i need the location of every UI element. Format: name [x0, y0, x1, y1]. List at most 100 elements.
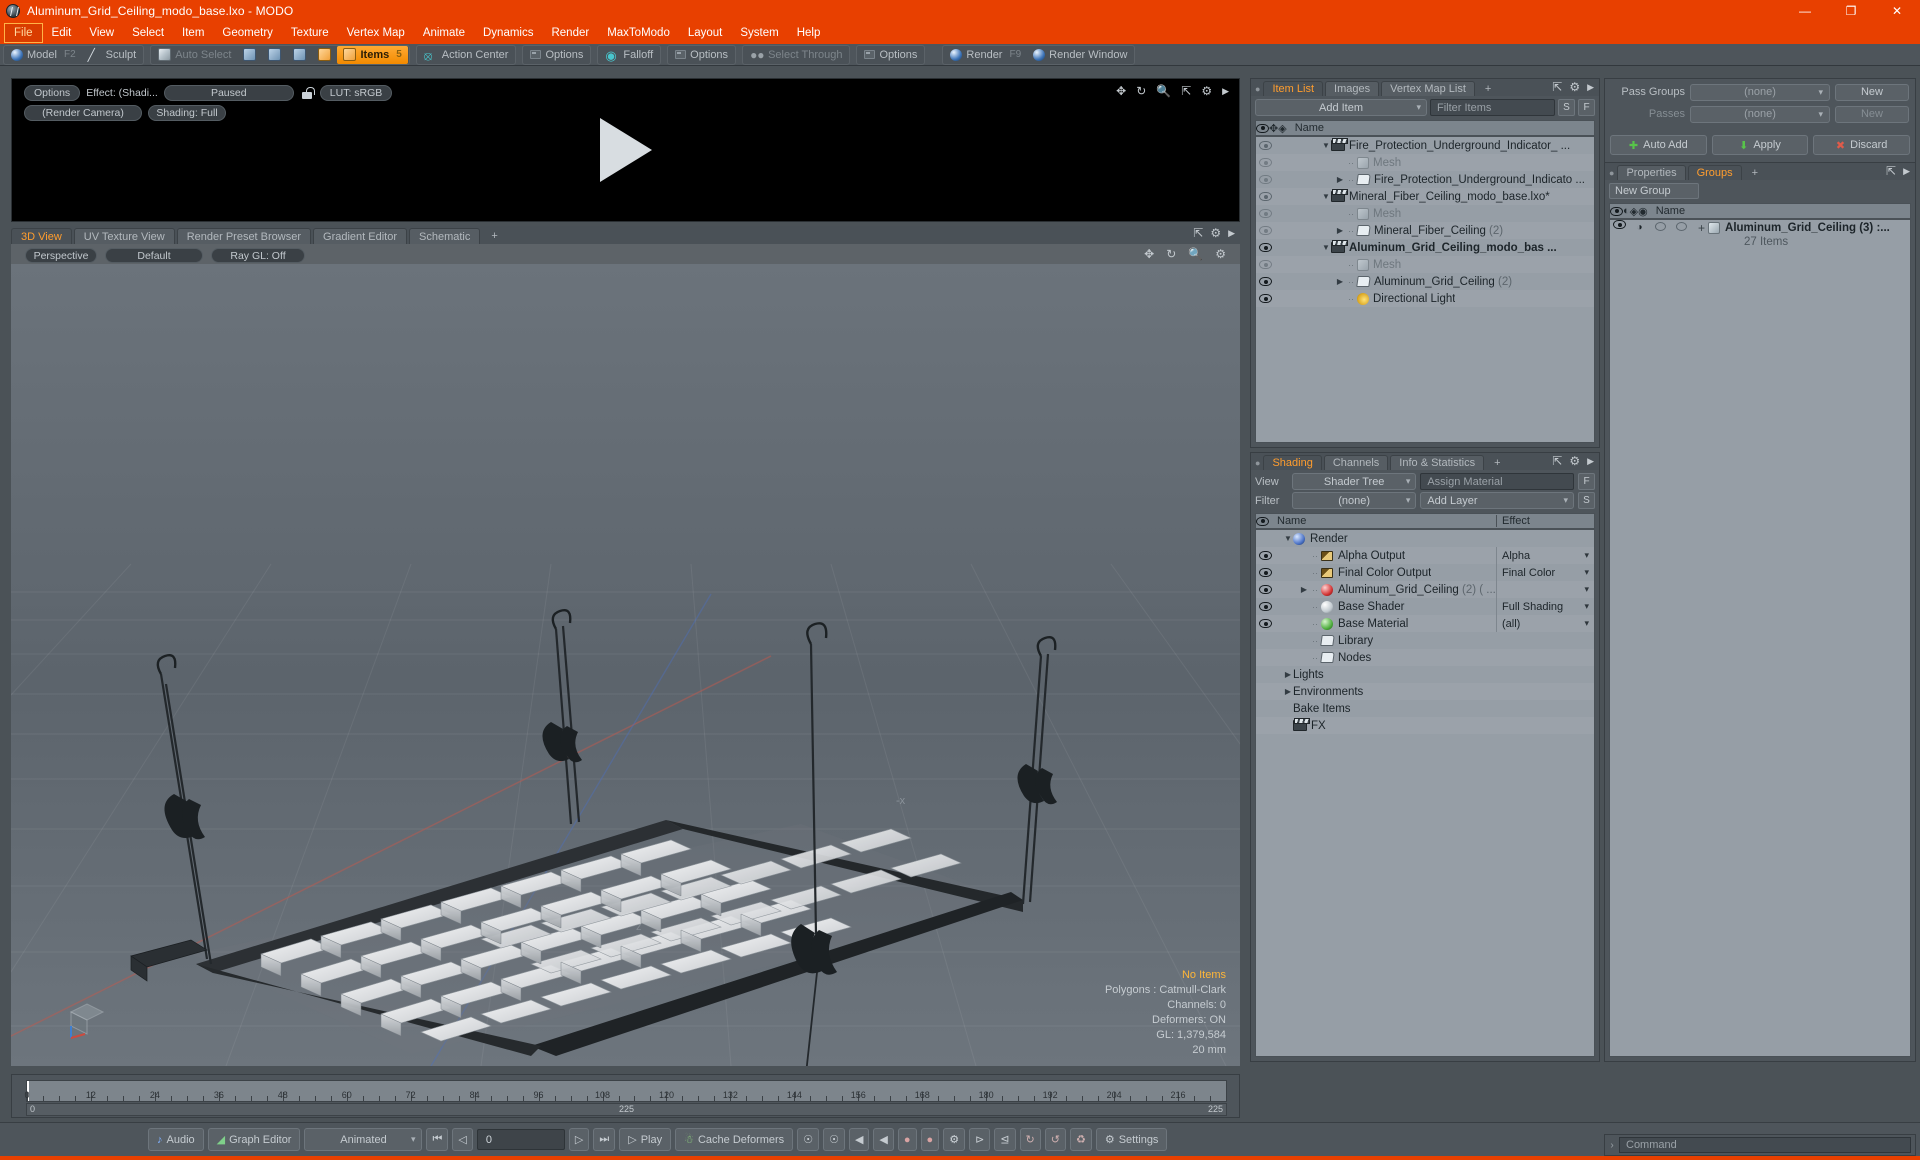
menu-item-help[interactable]: Help	[788, 24, 830, 42]
shader-effect-dropdown[interactable]: Final Color	[1496, 564, 1594, 581]
visibility-toggle[interactable]	[1256, 158, 1275, 167]
tab-images[interactable]: Images	[1325, 81, 1380, 96]
menu-item-texture[interactable]: Texture	[282, 24, 338, 42]
viewport-3d-canvas[interactable]: -x z No Items Polygons: Catmull-Clark C…	[11, 264, 1240, 1066]
menu-item-select[interactable]: Select	[123, 24, 173, 42]
range-out-button[interactable]: ⊴	[994, 1128, 1016, 1151]
ray-gl-button[interactable]: Ray GL: Off	[211, 248, 305, 263]
shader-view-dropdown[interactable]: Shader Tree	[1292, 473, 1417, 490]
bake-button[interactable]: ♻	[1069, 1128, 1092, 1151]
assign-material-input[interactable]: Assign Material	[1420, 473, 1574, 490]
ghost-a-button[interactable]: ☉	[797, 1128, 820, 1151]
tab-properties[interactable]: Properties	[1617, 165, 1686, 180]
settings-button[interactable]: ⚙ Settings	[1095, 1128, 1168, 1151]
move-icon[interactable]: ✥	[1116, 85, 1126, 97]
minimize-button[interactable]: —	[1782, 0, 1828, 22]
cache-deformers-button[interactable]: ☃ Cache Deformers	[675, 1128, 794, 1151]
menu-item-dynamics[interactable]: Dynamics	[474, 24, 542, 42]
shade-cell[interactable]: ◑	[1629, 220, 1650, 233]
passes-dropdown[interactable]: (none)	[1690, 105, 1830, 123]
visibility-toggle[interactable]	[1256, 551, 1275, 560]
gear-icon[interactable]: ⚙	[1215, 248, 1226, 260]
gear-icon[interactable]: ⚙	[1210, 227, 1221, 239]
new-pass-group-button[interactable]: New	[1835, 83, 1909, 101]
shading-style-button[interactable]: Default	[105, 248, 203, 263]
shader-tree-row[interactable]: Bake Items	[1256, 700, 1594, 717]
wire-cell[interactable]	[1650, 220, 1671, 231]
filter-s-button[interactable]: S	[1558, 99, 1575, 116]
tab-add-viewport[interactable]: +	[482, 228, 506, 244]
arrow-icon[interactable]: ▶	[1222, 86, 1229, 96]
visibility-toggle[interactable]	[1256, 260, 1275, 269]
item-list-row[interactable]: ·· Mesh	[1256, 154, 1594, 171]
go-to-start-button[interactable]: ⏮	[426, 1128, 449, 1151]
projection-button[interactable]: Perspective	[25, 248, 97, 263]
maximize-viewport-icon[interactable]: ⇱	[1193, 227, 1203, 239]
menu-item-geometry[interactable]: Geometry	[213, 24, 282, 42]
auto-select-button[interactable]: Auto Select	[152, 46, 237, 64]
arrow-icon[interactable]: ▶	[1587, 456, 1594, 466]
item-list-row[interactable]: ▼ Aluminum_Grid_Ceiling_modo_bas ...	[1256, 239, 1594, 256]
item-list-row[interactable]: ▶ ·· Fire_Protection_Underground_Indicato …	[1256, 171, 1594, 188]
auto-add-button[interactable]: ✚ Auto Add	[1610, 135, 1707, 155]
shader-tree-row[interactable]: ▼ Render	[1256, 530, 1594, 547]
menu-item-item[interactable]: Item	[173, 24, 213, 42]
item-list-row[interactable]: ▼ Fire_Protection_Underground_Indicator_ …	[1256, 137, 1594, 154]
tab-schematic[interactable]: Schematic	[409, 228, 481, 244]
menu-item-edit[interactable]: Edit	[43, 24, 81, 42]
timeline-ruler[interactable]: 0 12 24 36 48 60 72 84 96 108 120 132 144 156 168 180 19…	[24, 1080, 1227, 1102]
shader-tree-row[interactable]: ▶ ·· Aluminum_Grid_Ceiling (2) ( ...	[1256, 581, 1594, 598]
render-effect-label[interactable]: Effect: (Shadi...	[86, 87, 158, 99]
arrow-icon[interactable]: ▶	[1587, 82, 1594, 92]
group-row[interactable]: ◑ + Aluminum_Grid_Ceiling (3) :... 27 Items	[1610, 220, 1910, 250]
cycle-button[interactable]: ↻	[1019, 1128, 1041, 1151]
select-through-button[interactable]: ●● Select Through	[744, 46, 848, 64]
item-list-row[interactable]: ·· Mesh	[1256, 205, 1594, 222]
play-overlay-icon[interactable]	[599, 118, 652, 182]
item-list-row[interactable]: ▼ Mineral_Fiber_Ceiling_modo_base.lxo*	[1256, 188, 1594, 205]
visibility-toggle[interactable]	[1256, 294, 1275, 303]
go-to-end-button[interactable]: ⏭	[593, 1128, 616, 1151]
tab-vertex-map-list[interactable]: Vertex Map List	[1381, 81, 1475, 96]
twisty-toggle-icon[interactable]: ▼	[1321, 141, 1331, 150]
polygon-select-button[interactable]	[287, 46, 312, 64]
maximize-panel-icon[interactable]: ⇱	[1552, 455, 1562, 467]
command-input[interactable]: Command	[1619, 1137, 1911, 1153]
render-window-button[interactable]: Render Window	[1027, 46, 1133, 64]
shader-tree-row[interactable]: ▶ Environments	[1256, 683, 1594, 700]
tab-shading[interactable]: Shading	[1263, 455, 1322, 470]
shader-tree-row[interactable]: ·· Final Color Output Final Color	[1256, 564, 1594, 581]
visibility-toggle[interactable]	[1256, 226, 1275, 235]
rotate-icon[interactable]: ↻	[1166, 248, 1176, 260]
select-through-options-button[interactable]: Options	[858, 46, 923, 64]
shader-effect-dropdown[interactable]: (all)	[1496, 615, 1594, 632]
shading-f-button[interactable]: F	[1578, 473, 1595, 490]
menu-item-render[interactable]: Render	[542, 24, 598, 42]
ghost-b-button[interactable]: ☉	[823, 1128, 845, 1151]
maximize-button[interactable]: ❐	[1828, 0, 1874, 22]
twisty-toggle-icon[interactable]: ▼	[1283, 534, 1293, 543]
filter-f-button[interactable]: F	[1578, 99, 1595, 116]
fit-icon[interactable]: ⇱	[1181, 85, 1191, 97]
move-icon[interactable]: ✥	[1144, 248, 1154, 260]
shader-effect-dropdown[interactable]: Full Shading	[1496, 598, 1594, 615]
key-del-button[interactable]: ●	[920, 1128, 940, 1151]
add-item-button[interactable]: Add Item	[1255, 99, 1427, 116]
shader-tree[interactable]: ▼ Render ·· Alpha Output Alpha ·· Final Color …	[1255, 529, 1595, 1057]
item-list-tree[interactable]: ▼ Fire_Protection_Underground_Indicator_ …	[1255, 136, 1595, 443]
shader-tree-row[interactable]: ·· Base Shader Full Shading	[1256, 598, 1594, 615]
panel-handle-icon[interactable]: ●	[1255, 459, 1260, 468]
menu-item-system[interactable]: System	[731, 24, 787, 42]
model-mode-button[interactable]: Model F2	[5, 46, 82, 64]
lock-icon[interactable]	[300, 86, 315, 100]
key-add-button[interactable]: ●	[897, 1128, 917, 1151]
expand-group-icon[interactable]: +	[1698, 221, 1705, 235]
solid-cell[interactable]	[1671, 220, 1692, 231]
panel-handle-icon[interactable]: ●	[1609, 169, 1614, 178]
maximize-panel-icon[interactable]: ⇱	[1552, 81, 1562, 93]
range-in-button[interactable]: ⊳	[969, 1128, 991, 1151]
tab-groups[interactable]: Groups	[1687, 165, 1742, 180]
render-button[interactable]: Render F9	[944, 46, 1027, 64]
add-layer-dropdown[interactable]: Add Layer	[1420, 492, 1574, 509]
visibility-toggle[interactable]	[1256, 192, 1275, 201]
